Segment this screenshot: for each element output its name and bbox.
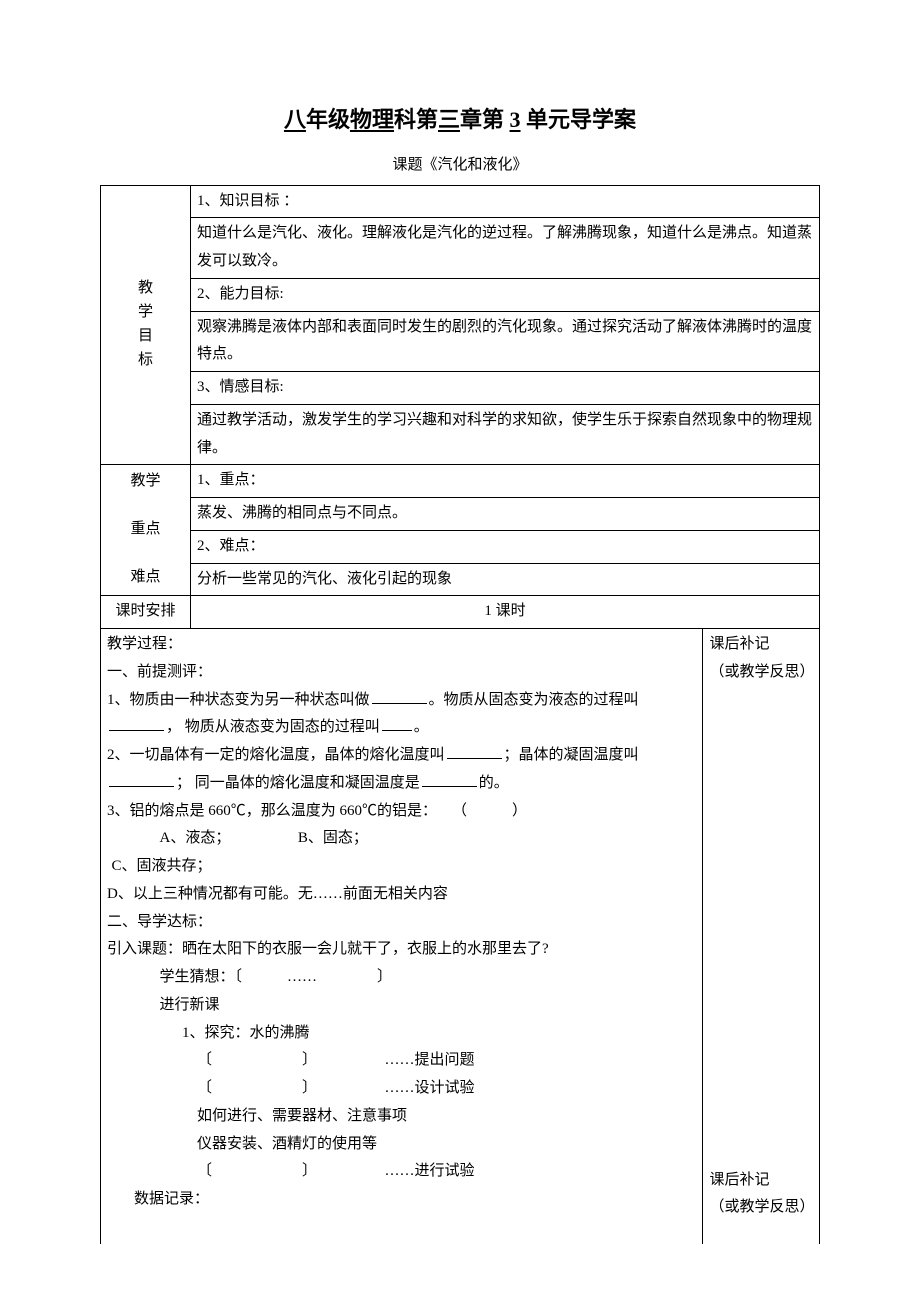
experiment-question: 〔 〕 ……提出问题	[107, 1047, 696, 1075]
notes-title-1: 课后补记	[709, 631, 813, 659]
focus-diff-head: 2、难点：	[191, 530, 820, 563]
goal-emotion-body: 通过教学活动，激发学生的学习兴趣和对科学的求知欲，使学生乐于探索自然现象中的物理…	[191, 404, 820, 465]
notes-column: 课后补记 （或教学反思） 课后补记 （或教学反思）	[703, 629, 820, 1244]
blank-field[interactable]	[382, 716, 412, 731]
question-2: 2、一切晶体有一定的熔化温度，晶体的熔化温度叫；晶体的凝固温度叫； 同一晶体的熔…	[107, 742, 696, 798]
period-label: 课时安排	[101, 596, 191, 629]
subtitle: 课题《汽化和液化》	[100, 152, 820, 179]
lesson-plan-table: 教学目标 1、知识目标 ： 知道什么是汽化、液化。理解液化是汽化的逆过程。了解沸…	[100, 185, 820, 1244]
focus-key-body: 蒸发、沸腾的相同点与不同点。	[191, 498, 820, 531]
experiment-howto: 如何进行、需要器材、注意事项	[107, 1103, 696, 1131]
question-3: 3、铝的熔点是 660℃，那么温度为 660℃的铝是： （ ）	[107, 798, 696, 826]
intro-topic: 引入课题：晒在太阳下的衣服一会儿就干了，衣服上的水那里去了?	[107, 936, 696, 964]
period-value: 1 课时	[191, 596, 820, 629]
notes-sub-2: （或教学反思）	[709, 1194, 813, 1222]
option-ab: A、液态； B、固态；	[107, 825, 696, 853]
blank-field[interactable]	[372, 689, 427, 704]
student-guess: 学生猜想：〔 …… 〕	[107, 964, 696, 992]
experiment-run: 〔 〕 ……进行试验	[107, 1158, 696, 1186]
goal-ability-body: 观察沸腾是液体内部和表面同时发生的剧烈的汽化现象。通过探究活动了解液体沸腾时的温…	[191, 311, 820, 372]
question-1: 1、物质由一种状态变为另一种状态叫做。物质从固态变为液态的过程叫， 物质从液态变…	[107, 687, 696, 743]
process-header: 教学过程：	[107, 631, 696, 659]
page-title: 八年级物理科第三章第 3 单元导学案	[100, 100, 820, 140]
experiment-design: 〔 〕 ……设计试验	[107, 1075, 696, 1103]
data-record: 数据记录：	[107, 1186, 696, 1214]
blank-field[interactable]	[109, 772, 174, 787]
goal-knowledge-head: 1、知识目标 ：	[191, 185, 820, 218]
teaching-process: 教学过程： 一、前提测评： 1、物质由一种状态变为另一种状态叫做。物质从固态变为…	[101, 629, 703, 1244]
goal-emotion-head: 3、情感目标:	[191, 372, 820, 405]
option-c: C、固液共存；	[107, 853, 696, 881]
notes-title-2: 课后补记	[709, 1167, 813, 1195]
focus-key-head: 1、重点：	[191, 465, 820, 498]
focus-diff-body: 分析一些常见的汽化、液化引起的现象	[191, 563, 820, 596]
focus-label: 教学重点难点	[101, 465, 191, 596]
blank-field[interactable]	[447, 744, 502, 759]
new-class: 进行新课	[107, 992, 696, 1020]
experiment-title: 1、探究：水的沸腾	[107, 1020, 696, 1048]
goal-ability-head: 2、能力目标:	[191, 278, 820, 311]
goal-knowledge-body: 知道什么是汽化、液化。理解液化是汽化的逆过程。了解沸腾现象，知道什么是沸点。知道…	[191, 218, 820, 279]
blank-field[interactable]	[109, 716, 164, 731]
notes-sub-1: （或教学反思）	[709, 659, 813, 687]
option-d: D、以上三种情况都有可能。无……前面无相关内容	[107, 881, 696, 909]
goals-label: 教学目标	[101, 185, 191, 465]
section-guide: 二、导学达标：	[107, 909, 696, 937]
experiment-setup: 仪器安装、酒精灯的使用等	[107, 1131, 696, 1159]
section-pretest: 一、前提测评：	[107, 659, 696, 687]
blank-field[interactable]	[422, 772, 477, 787]
